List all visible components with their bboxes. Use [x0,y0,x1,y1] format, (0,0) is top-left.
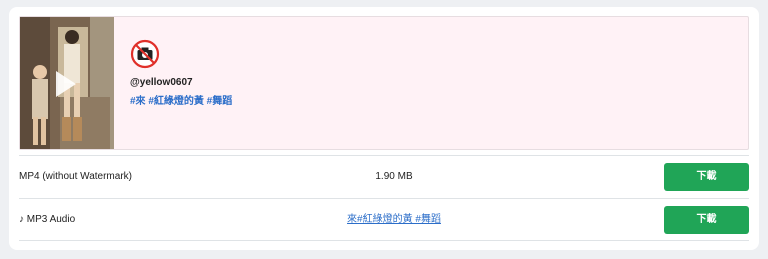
format-label: MP4 (without Watermark) [19,171,132,182]
video-info: @yellow0607 #來 #紅綠燈的黃 #舞蹈 [130,17,748,149]
file-size: 1.90 MB [375,171,413,182]
hashtag-list[interactable]: #來 #紅綠燈的黃 #舞蹈 [130,92,232,107]
video-preview-panel: @yellow0607 #來 #紅綠燈的黃 #舞蹈 [19,16,749,150]
play-icon [56,71,76,97]
video-thumbnail[interactable] [20,17,114,149]
username: @yellow0607 [130,77,193,88]
download-mp4-button[interactable]: 下載 [664,163,749,191]
format-label: ♪ MP3 Audio [19,214,76,225]
audio-title-link[interactable]: 來#紅綠燈的黃 #舞蹈 [269,199,519,241]
download-row-mp3: ♪ MP3 Audio 來#紅綠燈的黃 #舞蹈 下載 [19,198,749,241]
result-card: @yellow0607 #來 #紅綠燈的黃 #舞蹈 MP4 (without W… [9,7,759,250]
download-row-mp4: MP4 (without Watermark) 1.90 MB 下載 [19,155,749,197]
download-mp3-button[interactable]: 下載 [664,206,749,234]
no-camera-icon [130,39,160,69]
